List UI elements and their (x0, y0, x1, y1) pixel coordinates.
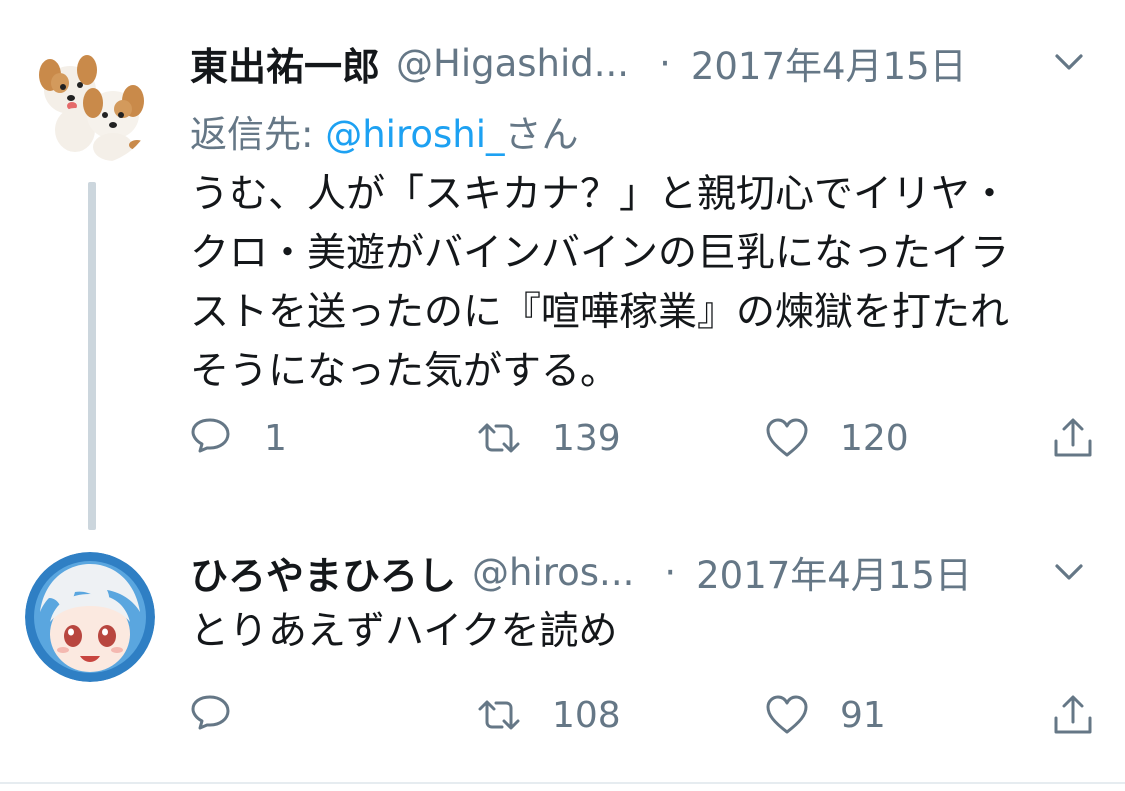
share-button[interactable] (1050, 408, 1096, 468)
tweet[interactable]: ひろやまひろし @hiros... · 2017年4月15日 とりあえずハイクを… (0, 540, 1125, 780)
retweet-count: 139 (552, 417, 621, 459)
tweet-actions: 1 139 120 (188, 408, 1103, 468)
like-button[interactable]: 120 (764, 408, 909, 468)
chevron-down-icon[interactable] (1049, 42, 1089, 82)
timestamp[interactable]: 2017年4月15日 (691, 36, 967, 90)
reply-icon (191, 418, 230, 453)
avatar[interactable] (25, 552, 155, 682)
avatar[interactable] (25, 35, 155, 165)
tweet-text: とりあえずハイクを読め (190, 609, 618, 654)
display-name[interactable]: 東出祐一郎 (190, 36, 380, 91)
share-icon (1054, 418, 1092, 457)
retweet-button[interactable]: 108 (476, 685, 621, 745)
retweet-count: 108 (552, 694, 621, 736)
divider (0, 782, 1125, 784)
share-icon (1054, 695, 1092, 734)
retweet-icon (478, 423, 520, 453)
like-count: 120 (840, 417, 909, 459)
reply-icon (191, 695, 230, 730)
timestamp[interactable]: 2017年4月15日 (696, 545, 972, 599)
like-count: 91 (840, 694, 886, 736)
reply-to-suffix: さん (504, 113, 579, 156)
thread-connector-line (88, 182, 96, 530)
share-button[interactable] (1050, 685, 1096, 745)
tweet-text: うむ、人が「スキカナ？」と親切心でイリヤ・ クロ・美遊がバインバインの巨乳になっ… (190, 172, 1010, 394)
heart-icon (766, 695, 808, 734)
reply-button[interactable]: 1 (188, 408, 287, 468)
like-button[interactable]: 91 (764, 685, 886, 745)
reply-count: 1 (264, 417, 287, 459)
tweet-header: ひろやまひろし @hiros... · 2017年4月15日 (190, 545, 995, 600)
dog-avatar-image (25, 35, 155, 165)
reply-to-line: 返信先: @hiroshi_さん (190, 104, 579, 158)
tweet[interactable]: 東出祐一郎 @Higashid... · 2017年4月15日 返信先: @hi… (0, 0, 1125, 530)
separator-dot: · (664, 550, 677, 594)
tweet-header: 東出祐一郎 @Higashid... · 2017年4月15日 (190, 36, 995, 91)
reply-button[interactable] (188, 685, 264, 745)
anime-girl-avatar-image (25, 552, 155, 682)
retweet-button[interactable]: 139 (476, 408, 621, 468)
chevron-down-icon[interactable] (1049, 552, 1089, 592)
reply-to-mention[interactable]: @hiroshi_ (325, 113, 504, 156)
user-handle[interactable]: @Higashid... (396, 42, 629, 85)
retweet-icon (478, 700, 520, 730)
reply-to-prefix: 返信先: (190, 113, 326, 156)
separator-dot: · (659, 41, 671, 85)
heart-icon (766, 418, 808, 457)
user-handle[interactable]: @hiros... (472, 551, 634, 594)
tweet-thread: 東出祐一郎 @Higashid... · 2017年4月15日 返信先: @hi… (0, 0, 1125, 791)
tweet-actions: 108 91 (188, 685, 1103, 745)
display-name[interactable]: ひろやまひろし (190, 545, 456, 600)
